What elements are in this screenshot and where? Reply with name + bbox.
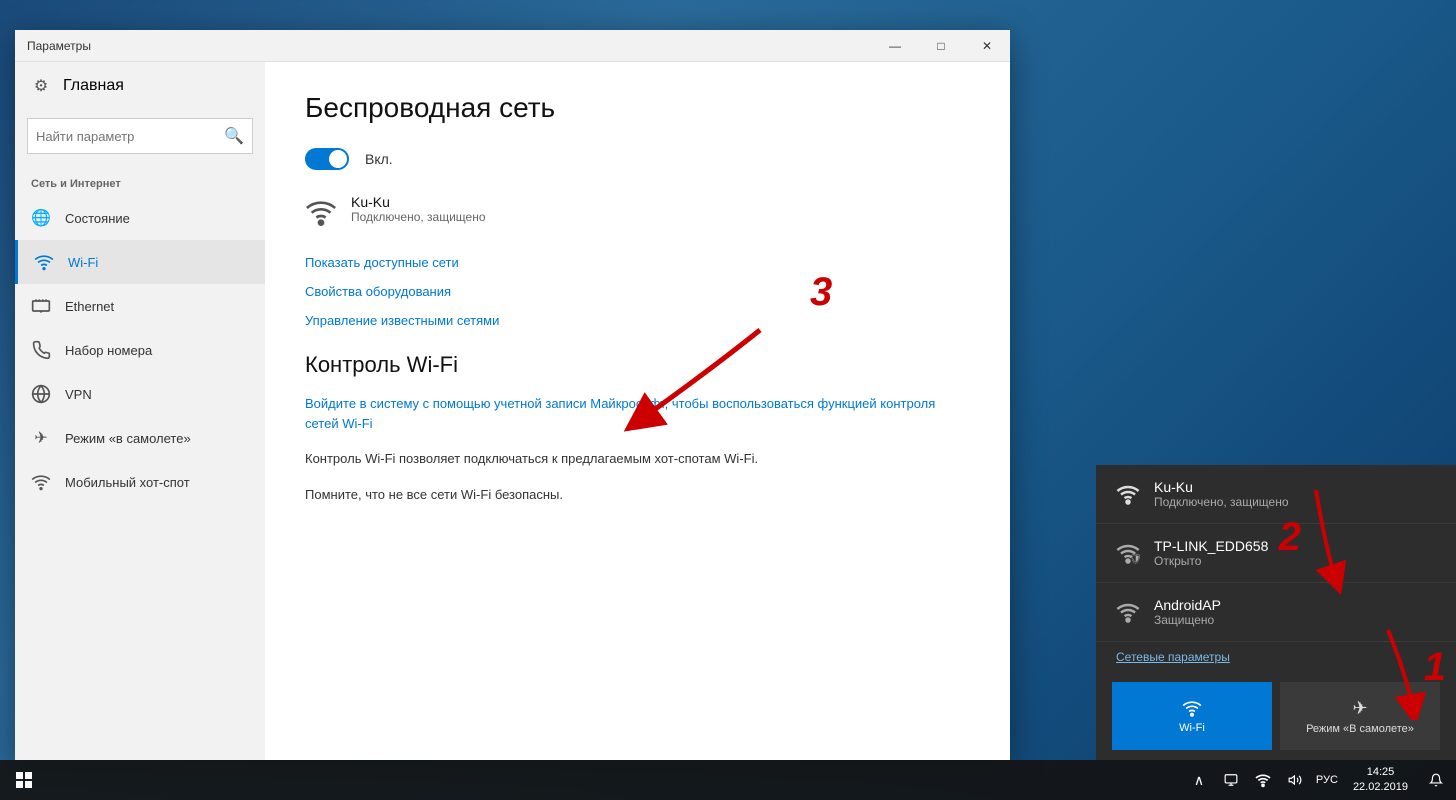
window-body: ⚙ Главная 🔍 Сеть и Интернет 🌐 Состояние <box>15 62 1010 760</box>
search-input[interactable] <box>36 129 216 144</box>
connected-wifi-icon <box>305 196 337 235</box>
sidebar-item-label: Wi-Fi <box>68 255 98 270</box>
network-flyout: Ku-Ku Подключено, защищено 🛡 TP-LINK_EDD… <box>1096 465 1456 760</box>
androidap-info: AndroidAP Защищено <box>1154 597 1221 627</box>
search-icon: 🔍 <box>224 126 244 146</box>
ethernet-icon <box>31 296 51 316</box>
kuku-info: Ku-Ku Подключено, защищено <box>1154 479 1289 509</box>
description2: Помните, что не все сети Wi-Fi безопасны… <box>305 485 970 505</box>
airplane-icon: ✈ <box>1352 698 1367 719</box>
page-title: Беспроводная сеть <box>305 92 970 124</box>
close-button[interactable]: ✕ <box>964 30 1010 62</box>
home-icon: ⚙ <box>31 76 51 96</box>
sidebar-item-airplane[interactable]: ✈ Режим «в самолете» <box>15 416 265 460</box>
taskbar: ∧ <box>0 760 1456 800</box>
wifi-control-link[interactable]: Войдите в систему с помощью учетной запи… <box>305 394 970 433</box>
description1: Контроль Wi-Fi позволяет подключаться к … <box>305 449 970 469</box>
desktop: Параметры — □ ✕ ⚙ Главная 🔍 <box>0 0 1456 800</box>
kuku-status: Подключено, защищено <box>1154 495 1289 509</box>
toggle-row: Вкл. <box>305 148 970 170</box>
clock[interactable]: 14:25 22.02.2019 <box>1345 760 1416 800</box>
sidebar-item-label: Состояние <box>65 211 130 226</box>
tplink-wifi-icon: 🛡 <box>1116 541 1140 565</box>
notification-button[interactable] <box>1420 760 1452 800</box>
sidebar-item-label: VPN <box>65 387 92 402</box>
wifi-action-button[interactable]: Wi-Fi <box>1112 682 1272 750</box>
airplane-action-button[interactable]: ✈ Режим «В самолете» <box>1280 682 1440 750</box>
window-titlebar: Параметры — □ ✕ <box>15 30 1010 62</box>
sidebar-home-button[interactable]: ⚙ Главная <box>15 62 265 110</box>
network-info: Ku-Ku Подключено, защищено <box>351 194 486 224</box>
sidebar-item-hotspot[interactable]: Мобильный хот-спот <box>15 460 265 504</box>
airplane-button-label: Режим «В самолете» <box>1306 723 1414 735</box>
tplink-info: TP-LINK_EDD658 Открыто <box>1154 538 1268 568</box>
manage-networks-link[interactable]: Управление известными сетями <box>305 313 970 328</box>
airplane-icon: ✈ <box>31 428 51 448</box>
show-networks-link[interactable]: Показать доступные сети <box>305 255 970 270</box>
sidebar-section-label: Сеть и Интернет <box>15 162 265 196</box>
flyout-network-kuku[interactable]: Ku-Ku Подключено, защищено <box>1096 465 1456 524</box>
sidebar-item-label: Режим «в самолете» <box>65 431 191 446</box>
taskbar-right: ∧ <box>1185 760 1456 800</box>
hardware-props-link[interactable]: Свойства оборудования <box>305 284 970 299</box>
network-name: Ku-Ku <box>351 194 486 210</box>
androidap-wifi-icon <box>1116 600 1140 624</box>
sidebar-search-area: 🔍 <box>15 110 265 162</box>
wifi-icon <box>34 252 54 272</box>
sidebar-item-label: Набор номера <box>65 343 152 358</box>
start-button[interactable] <box>0 760 48 800</box>
wifi-button-label: Wi-Fi <box>1179 722 1205 734</box>
wifi-control-title: Контроль Wi-Fi <box>305 352 970 378</box>
main-content: Беспроводная сеть Вкл. <box>265 62 1010 760</box>
network-settings-link[interactable]: Сетевые параметры <box>1096 642 1456 672</box>
sidebar-item-label: Ethernet <box>65 299 114 314</box>
hotspot-icon <box>31 472 51 492</box>
minimize-button[interactable]: — <box>872 30 918 62</box>
sidebar-item-wifi[interactable]: Wi-Fi <box>15 240 265 284</box>
tplink-status: Открыто <box>1154 554 1268 568</box>
tray-language-icon[interactable]: РУС <box>1313 760 1341 800</box>
status-icon: 🌐 <box>31 208 51 228</box>
tray-wifi-icon[interactable] <box>1249 760 1277 800</box>
wifi-toggle[interactable] <box>305 148 349 170</box>
toggle-label: Вкл. <box>365 151 393 167</box>
window-controls: — □ ✕ <box>872 30 1010 62</box>
taskbar-left <box>0 760 48 800</box>
clock-time: 14:25 <box>1367 765 1395 780</box>
sidebar-item-status[interactable]: 🌐 Состояние <box>15 196 265 240</box>
sidebar-item-dialup[interactable]: Набор номера <box>15 328 265 372</box>
clock-date: 22.02.2019 <box>1353 780 1408 795</box>
vpn-icon <box>31 384 51 404</box>
shield-icon: 🛡 <box>1129 554 1142 565</box>
tray-monitor-icon[interactable] <box>1217 760 1245 800</box>
tplink-name: TP-LINK_EDD658 <box>1154 538 1268 554</box>
tray-expand-icon[interactable]: ∧ <box>1185 760 1213 800</box>
settings-window: Параметры — □ ✕ ⚙ Главная 🔍 <box>15 30 1010 760</box>
sidebar-item-ethernet[interactable]: Ethernet <box>15 284 265 328</box>
tray-volume-icon[interactable] <box>1281 760 1309 800</box>
home-label: Главная <box>63 77 124 95</box>
language-label: РУС <box>1316 774 1338 786</box>
sidebar-item-label: Мобильный хот-спот <box>65 475 190 490</box>
connected-network-card: Ku-Ku Подключено, защищено <box>305 194 970 235</box>
kuku-name: Ku-Ku <box>1154 479 1289 495</box>
flyout-actions: Wi-Fi ✈ Режим «В самолете» <box>1096 672 1456 760</box>
search-box[interactable]: 🔍 <box>27 118 253 154</box>
kuku-wifi-icon <box>1116 482 1140 506</box>
window-title: Параметры <box>27 39 91 53</box>
sidebar-item-vpn[interactable]: VPN <box>15 372 265 416</box>
flyout-network-tplink[interactable]: 🛡 TP-LINK_EDD658 Открыто <box>1096 524 1456 583</box>
dialup-icon <box>31 340 51 360</box>
network-status: Подключено, защищено <box>351 210 486 224</box>
flyout-network-androidap[interactable]: AndroidAP Защищено <box>1096 583 1456 642</box>
sidebar: ⚙ Главная 🔍 Сеть и Интернет 🌐 Состояние <box>15 62 265 760</box>
maximize-button[interactable]: □ <box>918 30 964 62</box>
androidap-name: AndroidAP <box>1154 597 1221 613</box>
androidap-status: Защищено <box>1154 613 1221 627</box>
